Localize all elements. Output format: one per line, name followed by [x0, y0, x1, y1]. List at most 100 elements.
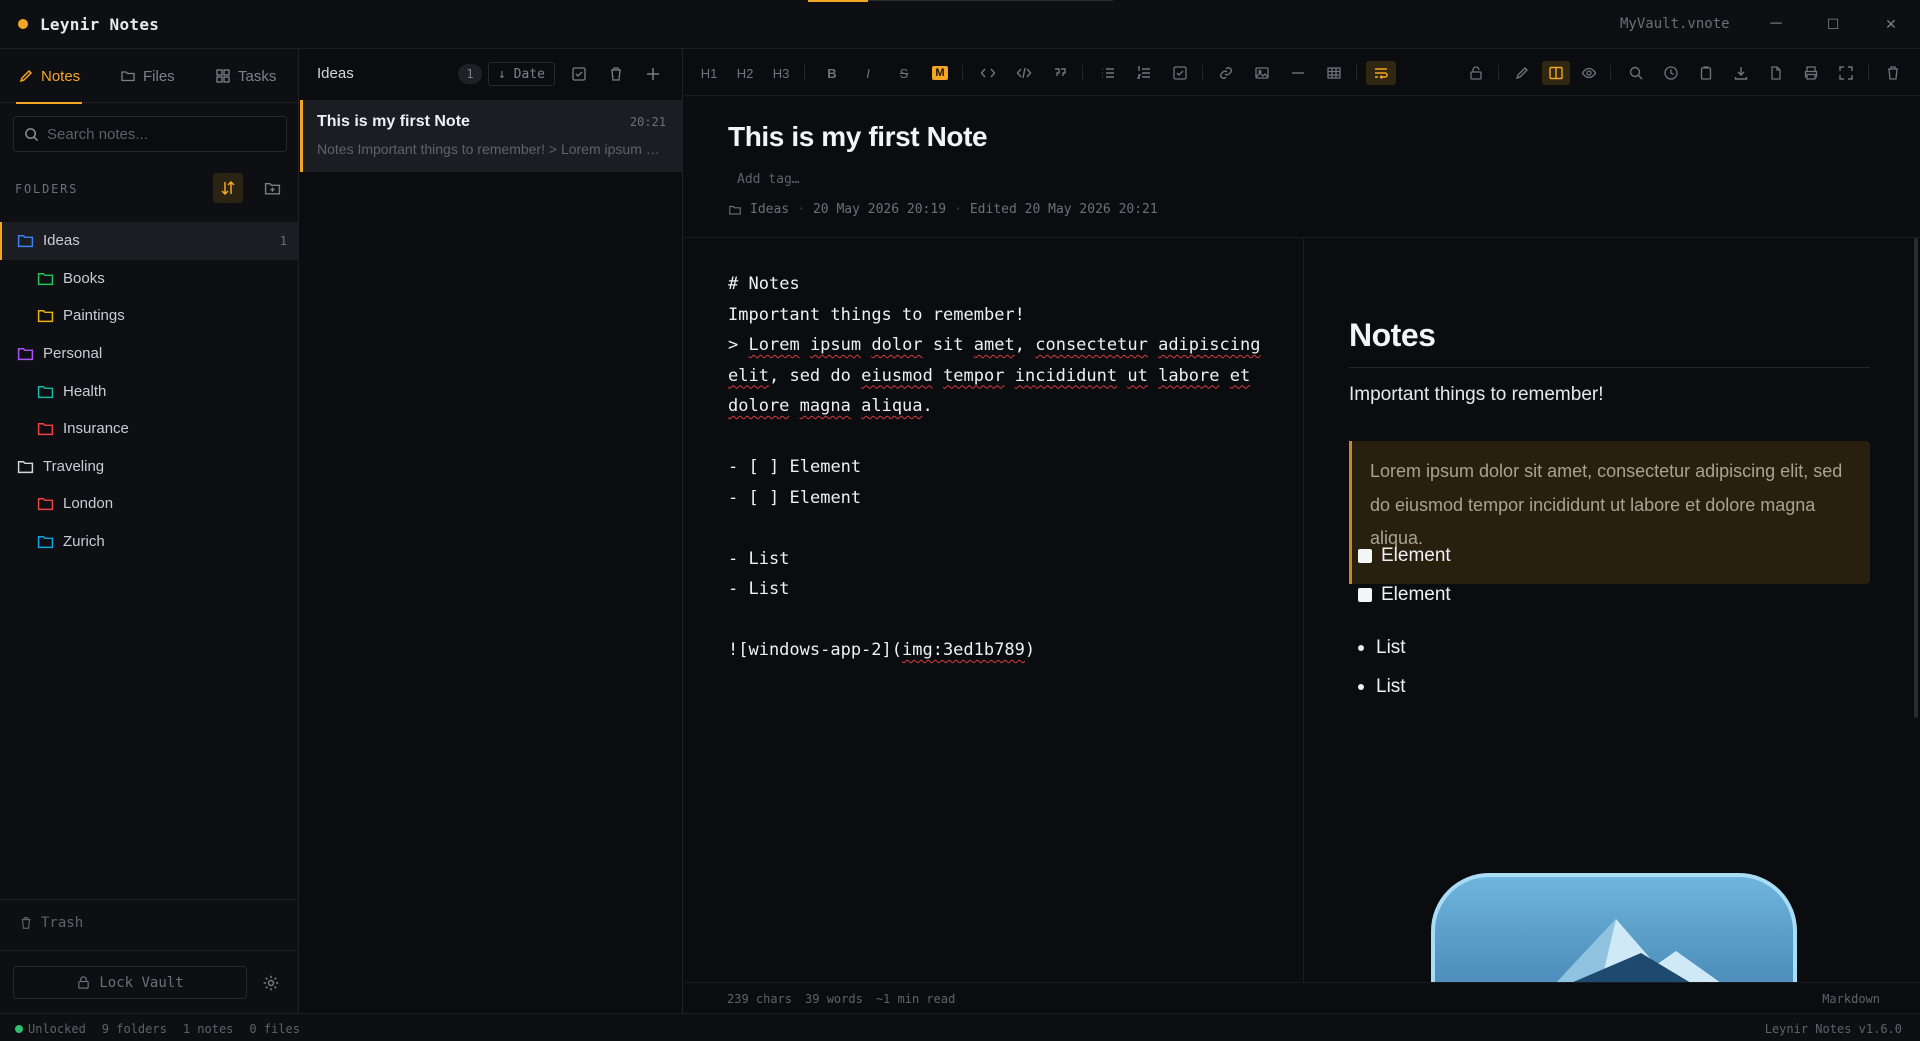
print-button[interactable]: [1799, 61, 1823, 85]
quote-icon: [1055, 68, 1066, 76]
horizontal-rule-button[interactable]: [1286, 61, 1310, 85]
new-folder-button[interactable]: [257, 173, 287, 203]
download-button[interactable]: [1729, 61, 1753, 85]
numbered-list-button[interactable]: [1132, 61, 1156, 85]
spellcheck-word: ipsum: [809, 335, 862, 355]
tab-notes[interactable]: Notes: [16, 49, 83, 104]
minimize-button[interactable]: ─: [1764, 12, 1788, 36]
note-list-title: Ideas: [317, 65, 354, 82]
folder-label: Books: [63, 269, 105, 287]
folder-item-health[interactable]: Health: [0, 372, 299, 410]
image-icon: [1255, 67, 1269, 79]
split-view-button[interactable]: [1542, 61, 1570, 85]
new-note-button[interactable]: [642, 63, 664, 85]
markdown-source-editor[interactable]: # Notes Important things to remember! > Lo…: [728, 269, 1288, 666]
word-wrap-button[interactable]: [1366, 61, 1396, 85]
find-button[interactable]: [1624, 61, 1648, 85]
code-block-button[interactable]: [1012, 61, 1036, 85]
tab-files[interactable]: Files: [120, 49, 175, 103]
source-line: - [ ] Element: [728, 457, 862, 477]
inline-code-button[interactable]: [976, 61, 1000, 85]
preview-task-item[interactable]: Element: [1358, 545, 1451, 567]
maximize-button[interactable]: ☐: [1821, 12, 1845, 36]
italic-button[interactable]: I: [856, 61, 880, 85]
folder-label: Zurich: [63, 533, 105, 551]
note-item-time: 20:21: [629, 115, 666, 129]
bold-button[interactable]: B: [820, 61, 844, 85]
note-count-badge: 1: [458, 64, 482, 84]
note-created: 20 May 2026 20:19: [812, 202, 947, 217]
unlock-button[interactable]: [1464, 61, 1488, 85]
preview-task-item[interactable]: Element: [1358, 584, 1451, 606]
search-input[interactable]: [47, 125, 267, 143]
folder-item-zurich[interactable]: Zurich: [0, 523, 299, 561]
export-pdf-button[interactable]: [1764, 61, 1788, 85]
history-button[interactable]: [1659, 61, 1683, 85]
bullet: [1358, 684, 1364, 690]
folder-item-books[interactable]: Books: [0, 260, 299, 298]
spellcheck-word: amet: [973, 335, 1015, 355]
task-label: Element: [1381, 584, 1451, 605]
heading2-button[interactable]: H2: [733, 61, 757, 85]
folder-item-personal[interactable]: Personal: [0, 335, 299, 373]
copy-button[interactable]: [1694, 61, 1718, 85]
progress-track: [868, 0, 1113, 1]
settings-button[interactable]: [259, 971, 283, 995]
preview-mode-button[interactable]: [1577, 61, 1601, 85]
highlight-label: M: [932, 66, 948, 80]
lock-vault-button[interactable]: Lock Vault: [13, 966, 247, 999]
folder-item-traveling[interactable]: Traveling: [0, 448, 299, 486]
preview-list-item: List: [1358, 676, 1406, 698]
lock-icon: [78, 976, 90, 989]
task-checkbox[interactable]: [1358, 588, 1372, 602]
heading1-button[interactable]: H1: [697, 61, 721, 85]
edit-mode-button[interactable]: [1510, 61, 1534, 85]
folder-item-paintings[interactable]: Paintings: [0, 297, 299, 335]
mountain-app-icon: [1431, 873, 1797, 982]
folder-item-insurance[interactable]: Insurance: [0, 410, 299, 448]
folder-label: London: [63, 495, 114, 513]
tab-tasks[interactable]: Tasks: [215, 49, 276, 103]
close-button[interactable]: ✕: [1879, 12, 1903, 36]
delete-notes-button[interactable]: [605, 63, 627, 85]
printer-icon: [1804, 66, 1818, 80]
trash-button[interactable]: Trash: [19, 915, 83, 931]
add-tag-input[interactable]: Add tag…: [737, 172, 800, 187]
quote-button[interactable]: [1048, 61, 1072, 85]
read-time: ~1 min read: [875, 992, 956, 1006]
source-line: Important things to remember!: [728, 304, 1025, 325]
image-button[interactable]: [1250, 61, 1274, 85]
columns-icon: [1549, 66, 1563, 80]
bullet-list-icon: [1102, 68, 1114, 78]
folder-icon: [729, 205, 741, 215]
highlight-button[interactable]: M: [928, 61, 952, 85]
table-button[interactable]: [1322, 61, 1346, 85]
note-folder: Ideas: [750, 202, 790, 217]
sort-by-date-button[interactable]: ↓ Date: [488, 62, 555, 86]
delete-note-button[interactable]: [1881, 61, 1905, 85]
heading3-button[interactable]: H3: [769, 61, 793, 85]
pane-divider[interactable]: [1303, 238, 1304, 982]
folder-item-ideas[interactable]: Ideas 1: [0, 222, 299, 260]
note-title[interactable]: This is my first Note: [728, 121, 988, 153]
spellcheck-word: eiusmod: [861, 365, 933, 386]
task-list-button[interactable]: [1168, 61, 1192, 85]
fullscreen-button[interactable]: [1834, 61, 1858, 85]
note-list-item[interactable]: This is my first Note 20:21 Notes Import…: [300, 100, 683, 172]
strikethrough-button[interactable]: S: [892, 61, 916, 85]
folder-item-london[interactable]: London: [0, 485, 299, 523]
spellcheck-word: consectetur: [1035, 335, 1148, 355]
bullet: [1358, 645, 1364, 651]
editor-panel: H1 H2 H3 B I S M This is my first Note A…: [684, 49, 1920, 1013]
sort-folders-button[interactable]: [213, 173, 243, 203]
link-button[interactable]: [1214, 61, 1238, 85]
preview-image: [1431, 873, 1797, 982]
wrap-icon: [1375, 68, 1388, 80]
meta-separator: ·: [954, 202, 962, 217]
scrollbar[interactable]: [1914, 238, 1918, 718]
task-checkbox[interactable]: [1358, 549, 1372, 563]
spellcheck-word: magna: [799, 396, 851, 416]
bullet-list-button[interactable]: [1096, 61, 1120, 85]
select-notes-button[interactable]: [568, 63, 590, 85]
folder-icon: [37, 385, 54, 398]
